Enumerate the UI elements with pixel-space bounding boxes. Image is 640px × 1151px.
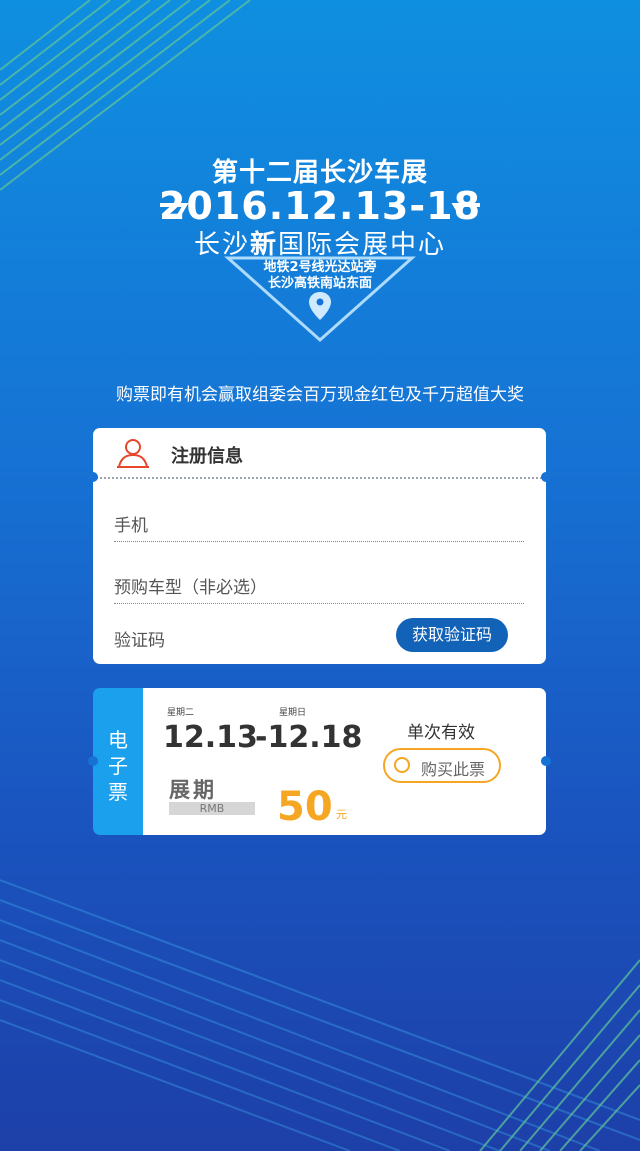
- phone-field[interactable]: 手机: [114, 501, 524, 542]
- price-unit: 元: [336, 808, 347, 821]
- start-weekday: 星期二: [167, 708, 195, 718]
- e-ticket-label: 电 子 票: [93, 688, 143, 835]
- buy-ticket-button[interactable]: 购买此票: [383, 748, 501, 783]
- notch-right: [541, 472, 551, 482]
- validity-text: 单次有效: [407, 723, 475, 743]
- get-code-button[interactable]: 获取验证码: [396, 618, 508, 652]
- end-weekday: 星期日: [279, 708, 307, 718]
- divider: [93, 477, 546, 479]
- e-ticket-card: 电 子 票 星期二 星期日 12.13 -12.18 展期 RMB 50 元 单…: [88, 688, 551, 835]
- car-model-field[interactable]: 预购车型（非必选）: [114, 563, 524, 604]
- address-line-2: 长沙高铁南站东面: [267, 276, 372, 291]
- currency-label: RMB: [169, 802, 255, 815]
- ticket-body: 星期二 星期日 12.13 -12.18 展期 RMB 50 元 单次有效 购买…: [143, 688, 546, 835]
- location-pin-icon: [309, 292, 331, 320]
- period-label: 展期: [169, 778, 217, 802]
- registration-header: 注册信息: [93, 428, 546, 478]
- radio-circle-icon: [394, 757, 410, 773]
- end-date: -12.18: [255, 720, 363, 755]
- notch-left: [88, 472, 98, 482]
- start-date: 12.13: [163, 720, 258, 755]
- ticket-notch-left: [88, 756, 98, 766]
- registration-card: 注册信息 手机 预购车型（非必选） 验证码 获取验证码: [88, 428, 551, 664]
- verification-code-field[interactable]: 验证码: [114, 626, 165, 651]
- user-icon: [117, 439, 149, 468]
- ticket-notch-right: [541, 756, 551, 766]
- registration-title: 注册信息: [171, 446, 243, 467]
- expo-dates: 2016.12.13-18: [158, 184, 482, 228]
- ticket-price: 50: [277, 784, 333, 830]
- promo-text: 购票即有机会赢取组委会百万现金红包及千万超值大奖: [116, 385, 524, 405]
